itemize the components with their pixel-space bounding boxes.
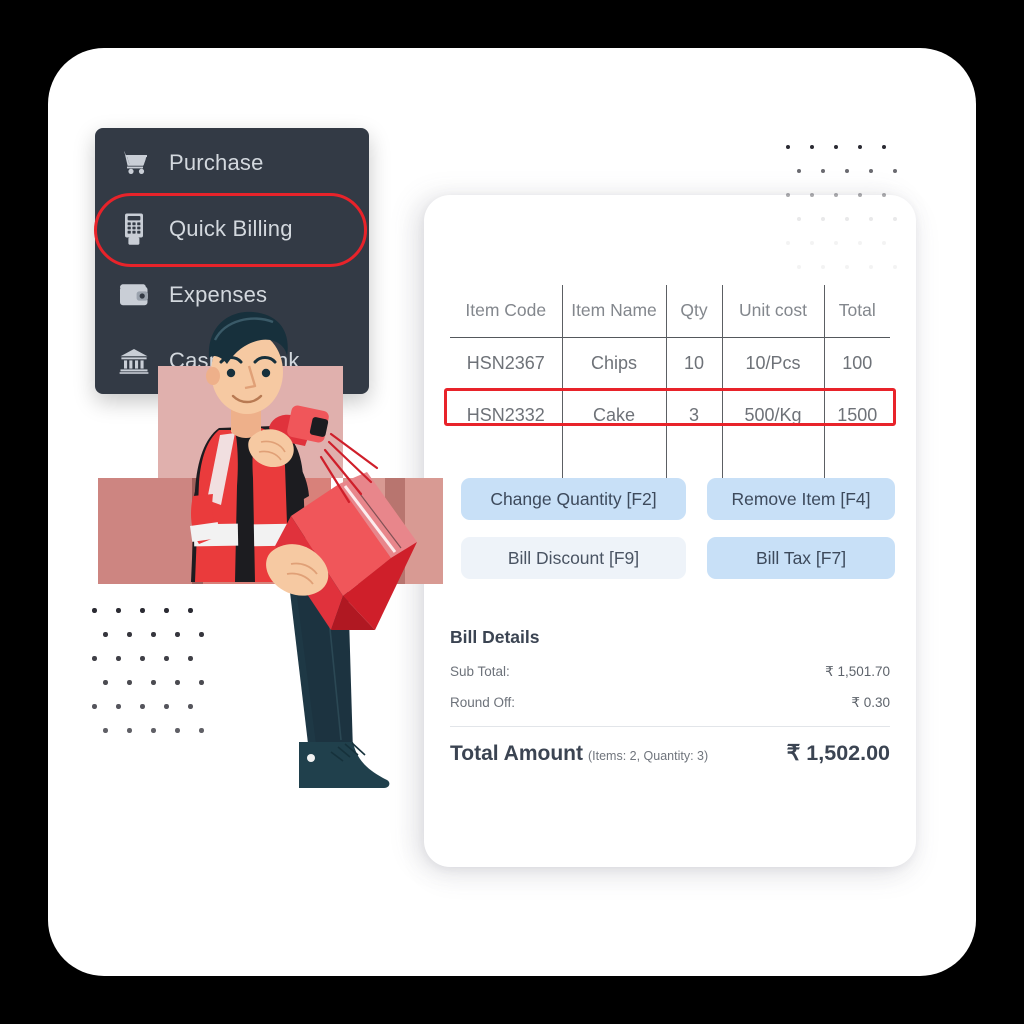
table-row[interactable]: HSN2367 Chips 10 10/Pcs 100 — [450, 337, 890, 389]
sidebar-item-expenses[interactable]: Expenses — [95, 262, 369, 328]
total-amount-meta: (Items: 2, Quantity: 3) — [587, 749, 709, 763]
card-terminal-icon — [113, 212, 155, 246]
sidebar-item-label: Quick Billing — [169, 216, 293, 241]
round-off-label: Round Off: — [450, 695, 516, 710]
sidebar-item-label: Cash & Bank — [169, 348, 300, 373]
cell-total: 100 — [842, 352, 873, 373]
column-header-qty: Qty — [666, 285, 723, 337]
screenshot-root: Item Code Item Name Qty Unit cost Total … — [0, 0, 1024, 1024]
cell-item-code: HSN2332 — [450, 389, 563, 441]
bill-details-divider — [450, 726, 890, 727]
cell-item-code: HSN2367 — [450, 337, 563, 389]
table-header: Item Code Item Name Qty Unit cost Total — [450, 285, 890, 337]
table-body: HSN2367 Chips 10 10/Pcs 100 HSN2332 Cake… — [450, 337, 890, 497]
sidebar-item-quick-billing[interactable]: Quick Billing — [95, 196, 369, 262]
column-header-item-code: Item Code — [450, 285, 563, 337]
total-amount-label-group: Total Amount (Items: 2, Quantity: 3) — [450, 742, 708, 766]
items-table-wrapper: Item Code Item Name Qty Unit cost Total … — [450, 285, 890, 497]
total-amount-value: ₹ 1,502.00 — [786, 741, 890, 765]
remove-item-button[interactable]: Remove Item [F4] — [707, 478, 895, 520]
cell-qty: 3 — [666, 389, 723, 441]
bill-panel: Item Code Item Name Qty Unit cost Total … — [424, 195, 916, 867]
sidebar-item-purchase[interactable]: Purchase — [95, 130, 369, 196]
cell-qty: 10 — [666, 337, 723, 389]
cell-total: 1500 — [837, 404, 878, 425]
cell-unit-cost: 10/Pcs — [722, 337, 825, 389]
sub-total-value: ₹ 1,501.70 — [825, 664, 890, 679]
sub-total-row: Sub Total: ₹ 1,501.70 — [450, 664, 890, 680]
sidebar-menu: Purchase Quick Billing Expenses Cash & B… — [95, 128, 369, 394]
round-off-value: ₹ 0.30 — [851, 695, 890, 710]
total-amount-row: Total Amount (Items: 2, Quantity: 3) ₹ 1,… — [450, 741, 890, 766]
column-header-unit-cost: Unit cost — [722, 285, 825, 337]
total-amount-label: Total Amount — [450, 742, 583, 765]
bill-discount-button[interactable]: Bill Discount [F9] — [461, 537, 686, 579]
round-off-row: Round Off: ₹ 0.30 — [450, 695, 890, 711]
cell-item-name: Cake — [562, 389, 667, 441]
column-header-total: Total — [838, 300, 876, 321]
cell-item-name: Chips — [562, 337, 667, 389]
table-row[interactable]: HSN2332 Cake 3 500/Kg 1500 — [450, 389, 890, 441]
items-table: Item Code Item Name Qty Unit cost Total … — [450, 285, 890, 497]
bank-icon — [113, 344, 155, 378]
sub-total-label: Sub Total: — [450, 664, 510, 679]
table-header-row: Item Code Item Name Qty Unit cost Total — [450, 285, 890, 337]
sidebar-item-label: Purchase — [169, 150, 264, 175]
bill-details-section: Bill Details Sub Total: ₹ 1,501.70 Round… — [450, 627, 890, 766]
sidebar-item-cash-and-bank[interactable]: Cash & Bank — [95, 328, 369, 394]
shopping-cart-icon — [113, 146, 155, 180]
bill-tax-button[interactable]: Bill Tax [F7] — [707, 537, 895, 579]
bill-details-title: Bill Details — [450, 627, 540, 647]
column-header-item-name: Item Name — [562, 285, 667, 337]
sidebar-item-label: Expenses — [169, 282, 268, 307]
wallet-icon — [113, 278, 155, 312]
change-quantity-button[interactable]: Change Quantity [F2] — [461, 478, 686, 520]
cell-unit-cost: 500/Kg — [722, 389, 825, 441]
